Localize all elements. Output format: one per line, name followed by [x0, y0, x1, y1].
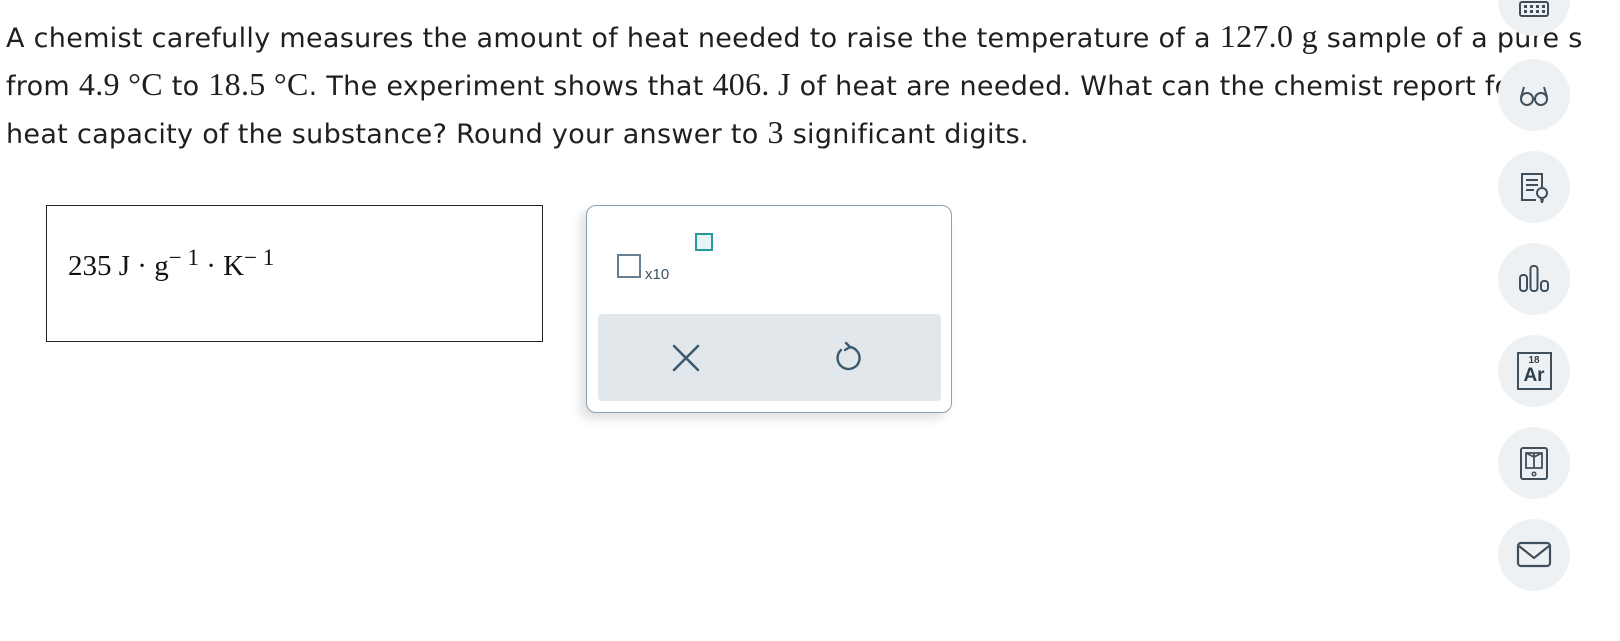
question-text-segment: to — [162, 71, 209, 102]
question-line-3: heat capacity of the substance? Round yo… — [6, 108, 1606, 156]
sci-exponent-box — [695, 233, 713, 251]
sci-x10-label: x10 — [645, 266, 670, 283]
sci-base-box — [617, 254, 641, 278]
unit-dot-2: · — [206, 250, 216, 282]
answer-input[interactable]: 235 J · g− 1 · K− 1 — [46, 205, 543, 342]
math-value: 406. J — [712, 66, 791, 102]
question-text-segment: of heat are needed. What can the chemist… — [790, 71, 1561, 102]
clear-button[interactable] — [668, 340, 704, 376]
undo-button[interactable] — [830, 340, 866, 376]
unit-gram: g — [154, 250, 169, 282]
question-text-segment: from — [6, 71, 79, 102]
question-line-1: A chemist carefully measures the amount … — [6, 12, 1606, 60]
answer-expression: 235 J · g− 1 · K− 1 — [68, 245, 274, 283]
mail-icon — [1516, 541, 1552, 568]
math-value: 3 — [767, 114, 784, 150]
unit-kelvin: K — [223, 250, 245, 282]
question-text: A chemist carefully measures the amount … — [6, 12, 1606, 156]
question-text-segment: . The experiment shows that — [308, 71, 713, 102]
data-button[interactable] — [1498, 243, 1570, 315]
math-value: 4.9 °C — [78, 66, 163, 102]
periodic-table-button[interactable]: 18 Ar — [1498, 335, 1570, 407]
hint-button[interactable] — [1498, 151, 1570, 223]
answer-value: 235 — [68, 250, 112, 282]
calculator-icon — [1519, 1, 1549, 17]
periodic-tile-symbol: Ar — [1523, 365, 1545, 386]
question-text-segment: A chemist carefully measures the amount … — [6, 23, 1220, 54]
unit-joule: J — [118, 250, 131, 282]
periodic-table-icon: 18 Ar — [1516, 352, 1552, 390]
question-line-2: from 4.9 °C to 18.5 °C. The experiment s… — [6, 60, 1606, 108]
math-value: 127.0 g — [1219, 18, 1318, 54]
unit-dot-1: · — [137, 250, 147, 282]
ebook-icon — [1520, 447, 1548, 480]
question-text-segment: significant digits. — [783, 119, 1029, 150]
kelvin-exponent: − 1 — [244, 245, 275, 270]
keypad-action-bar — [598, 314, 941, 401]
ebook-button[interactable] — [1498, 427, 1570, 499]
math-value: 18.5 °C — [208, 66, 309, 102]
message-button[interactable] — [1498, 519, 1570, 591]
close-icon — [672, 344, 700, 372]
question-text-segment: heat capacity of the substance? Round yo… — [6, 119, 768, 150]
bar-chart-icon — [1519, 265, 1549, 292]
math-keypad: x10 — [586, 205, 952, 413]
glasses-icon — [1520, 86, 1548, 106]
gram-exponent: − 1 — [168, 245, 199, 270]
glasses-button[interactable] — [1498, 59, 1570, 131]
scientific-notation-button[interactable]: x10 — [617, 233, 713, 284]
undo-icon — [836, 341, 861, 371]
lightbulb-hint-icon — [1521, 173, 1548, 203]
